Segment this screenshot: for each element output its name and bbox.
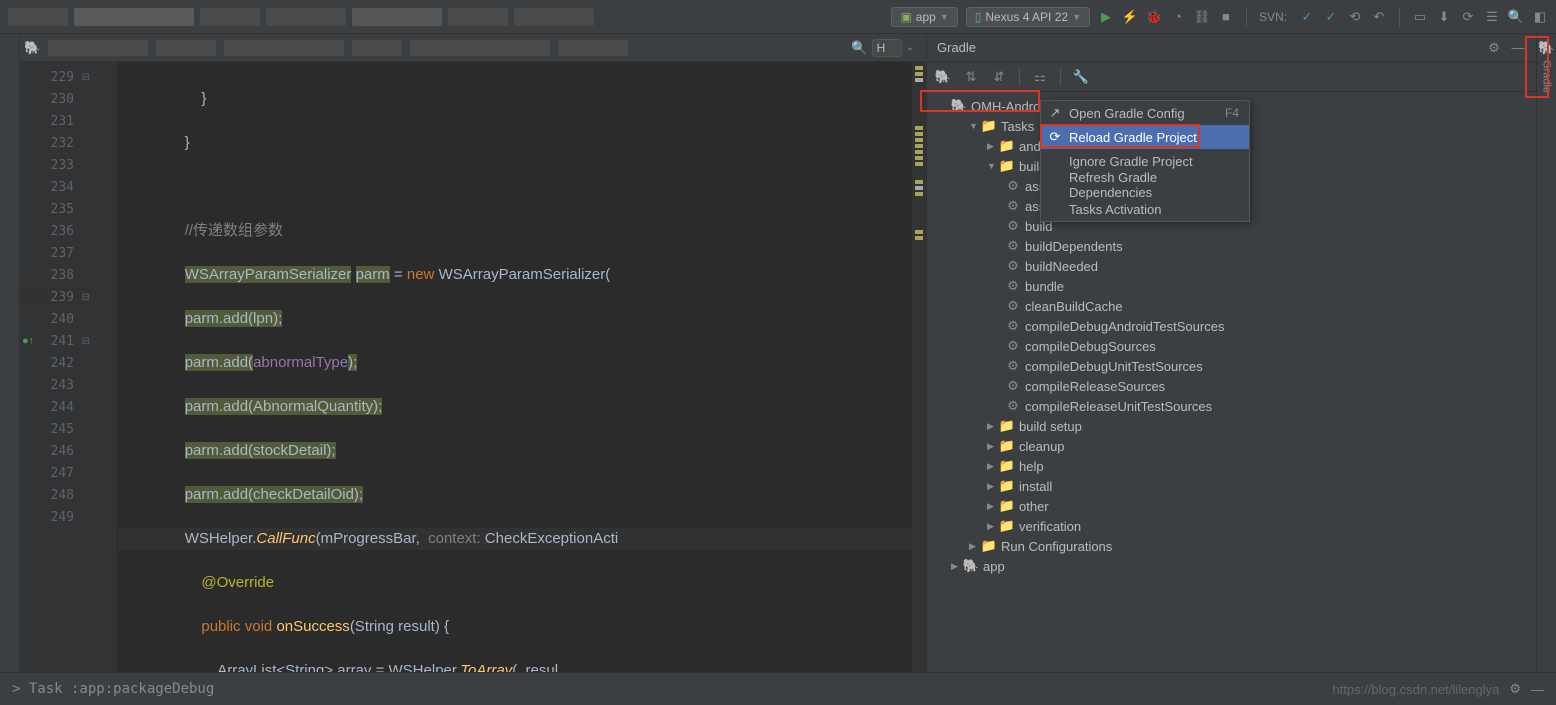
minimize-icon[interactable]: — xyxy=(1510,40,1526,56)
menu-refresh-deps[interactable]: Refresh Gradle Dependencies xyxy=(1041,173,1249,197)
menu-tasks-activation[interactable]: Tasks Activation xyxy=(1041,197,1249,221)
gear-icon[interactable]: ⚙ xyxy=(1509,681,1521,697)
module-selector[interactable]: ▣ app ▼ xyxy=(891,7,957,27)
editor-tabs: 🐘 🔍 ⌄ xyxy=(20,34,926,62)
blurred-area xyxy=(74,8,194,26)
line-gutter: 229⊟ 230 231 232 233 234 235 236 237 238… xyxy=(20,62,92,672)
tree-run-config[interactable]: ▶📁Run Configurations xyxy=(927,536,1536,556)
tree-folder[interactable]: ▶📁cleanup xyxy=(927,436,1536,456)
menu-reload-project[interactable]: ⟳ Reload Gradle Project xyxy=(1041,125,1249,149)
sync-icon[interactable]: ⟳ xyxy=(1460,9,1476,25)
search-icon[interactable]: 🔍 xyxy=(1508,9,1524,25)
toggle-offline-icon[interactable]: ⚏ xyxy=(1032,69,1048,85)
marker-bar xyxy=(912,62,926,672)
reload-icon: ⟳ xyxy=(1047,129,1063,145)
debug-icon[interactable]: 🐞 xyxy=(1146,9,1162,25)
blurred-area xyxy=(448,8,508,26)
avd-manager-icon[interactable]: ▭ xyxy=(1412,9,1428,25)
tree-task[interactable]: ⚙buildDependents xyxy=(927,236,1536,256)
device-selector[interactable]: ▯ Nexus 4 API 22 ▼ xyxy=(966,7,1090,27)
profile-icon[interactable]: ◔ xyxy=(1170,9,1186,25)
open-icon: ↗ xyxy=(1047,105,1063,121)
svn-update-icon[interactable]: ✓ xyxy=(1299,9,1315,25)
apply-changes-icon[interactable]: ⚡ xyxy=(1122,9,1138,25)
menu-open-config[interactable]: ↗ Open Gradle Config F4 xyxy=(1041,101,1249,125)
tree-task[interactable]: ⚙buildNeeded xyxy=(927,256,1536,276)
editor-search-input[interactable] xyxy=(872,39,902,57)
blurred-area xyxy=(266,8,346,26)
structure-icon[interactable]: ☰ xyxy=(1484,9,1500,25)
tree-folder[interactable]: ▶📁install xyxy=(927,476,1536,496)
tree-task[interactable]: ⚙compileDebugSources xyxy=(927,336,1536,356)
tree-task[interactable]: ⚙cleanBuildCache xyxy=(927,296,1536,316)
blurred-area xyxy=(352,8,442,26)
run-icon[interactable]: ▶ xyxy=(1098,9,1114,25)
stop-icon[interactable]: ■ xyxy=(1218,9,1234,25)
main-toolbar: ▣ app ▼ ▯ Nexus 4 API 22 ▼ ▶ ⚡ 🐞 ◔ ⛓ ■ S… xyxy=(0,0,1556,34)
blurred-area xyxy=(156,40,216,56)
search-icon[interactable]: 🔍 xyxy=(851,40,867,56)
collapse-icon[interactable]: ⇵ xyxy=(991,69,1007,85)
gradle-tab-icon[interactable]: 🐘 xyxy=(1538,40,1554,56)
tree-folder[interactable]: ▶📁verification xyxy=(927,516,1536,536)
left-tool-strip xyxy=(0,34,20,672)
svn-label: SVN: xyxy=(1259,10,1287,24)
tree-folder[interactable]: ▶📁help xyxy=(927,456,1536,476)
tree-folder[interactable]: ▶📁other xyxy=(927,496,1536,516)
tree-folder[interactable]: ▶📁build setup xyxy=(927,416,1536,436)
gear-icon[interactable]: ⚙ xyxy=(1486,40,1502,56)
refresh-icon[interactable]: 🐘 xyxy=(935,69,951,85)
tree-task[interactable]: ⚙compileDebugAndroidTestSources xyxy=(927,316,1536,336)
blurred-area xyxy=(48,40,148,56)
blurred-area xyxy=(8,8,68,26)
gradle-title: Gradle xyxy=(937,40,976,55)
blurred-area xyxy=(410,40,550,56)
blurred-area xyxy=(514,8,594,26)
gradle-tab-label[interactable]: Gradle xyxy=(1541,60,1553,93)
code-content[interactable]: } } //传递数组参数 WSArrayParamSerializer parm… xyxy=(118,62,912,672)
svn-history-icon[interactable]: ⟲ xyxy=(1347,9,1363,25)
module-label: app xyxy=(916,10,936,24)
blurred-area xyxy=(558,40,628,56)
wrench-icon[interactable]: 🔧 xyxy=(1073,69,1089,85)
code-editor[interactable]: 229⊟ 230 231 232 233 234 235 236 237 238… xyxy=(20,62,926,672)
gradle-toolbar: 🐘 ⇅ ⇵ ⚏ 🔧 xyxy=(927,62,1536,92)
notifications-icon[interactable]: ◧ xyxy=(1532,9,1548,25)
tree-task[interactable]: ⚙compileReleaseSources xyxy=(927,376,1536,396)
chevron-down-icon[interactable]: ⌄ xyxy=(906,42,914,53)
sdk-manager-icon[interactable]: ⬇ xyxy=(1436,9,1452,25)
device-label: Nexus 4 API 22 xyxy=(985,10,1068,24)
tree-task[interactable]: ⚙bundle xyxy=(927,276,1536,296)
tree-app[interactable]: ▶🐘app xyxy=(927,556,1536,576)
tree-task[interactable]: ⚙compileDebugUnitTestSources xyxy=(927,356,1536,376)
svn-commit-icon[interactable]: ✓ xyxy=(1323,9,1339,25)
blurred-area xyxy=(352,40,402,56)
minimize-icon[interactable]: — xyxy=(1531,682,1544,697)
expand-icon[interactable]: ⇅ xyxy=(963,69,979,85)
right-tool-strip: 🐘 Gradle xyxy=(1536,34,1556,672)
blurred-area xyxy=(224,40,344,56)
build-output: > Task :app:packageDebug xyxy=(12,681,214,697)
blurred-area xyxy=(200,8,260,26)
context-menu: ↗ Open Gradle Config F4 ⟳ Reload Gradle … xyxy=(1040,100,1250,222)
watermark: https://blog.csdn.net/lilenglya xyxy=(1332,682,1499,697)
tree-task[interactable]: ⚙compileReleaseUnitTestSources xyxy=(927,396,1536,416)
status-bar: > Task :app:packageDebug https://blog.cs… xyxy=(0,672,1556,705)
attach-debugger-icon[interactable]: ⛓ xyxy=(1194,9,1210,25)
svn-revert-icon[interactable]: ↶ xyxy=(1371,9,1387,25)
